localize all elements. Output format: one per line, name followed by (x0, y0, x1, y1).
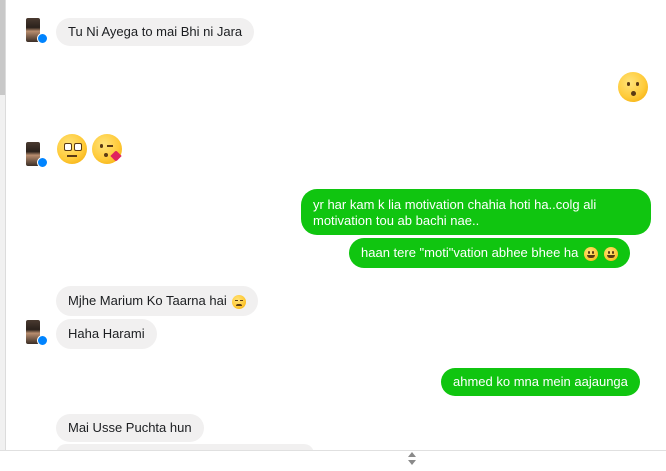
left-scrollbar-thumb[interactable] (0, 0, 5, 95)
message-text: Mjhe Marium Ko Taarna hai (68, 293, 227, 308)
messenger-badge-icon (37, 157, 48, 168)
message-bubble-outgoing[interactable]: ahmed ko mna mein aajaunga (441, 368, 640, 396)
message-text: Tu Ni Ayega to mai Bhi ni Jara (68, 24, 243, 39)
message-text: ahmed ko mna mein aajaunga (453, 374, 628, 389)
message-bubble-incoming[interactable]: Mjhe Marium Ko Taarna hai (56, 286, 259, 316)
messenger-badge-icon (37, 33, 48, 44)
avatar[interactable] (26, 142, 48, 168)
left-scrollbar[interactable] (0, 0, 6, 470)
message-text: haan tere "moti"vation abhee bhee ha (361, 245, 579, 260)
face-blowing-kiss-emoji-icon[interactable] (92, 134, 122, 164)
flushed-face-emoji-icon[interactable] (57, 134, 87, 164)
message-bubble-incoming[interactable]: Tu Ni Ayega to mai Bhi ni Jara (56, 18, 255, 46)
scroll-up-arrow-icon[interactable] (408, 452, 416, 457)
avatar[interactable] (26, 320, 48, 346)
scroll-down-arrow-icon[interactable] (408, 460, 416, 465)
kissing-face-emoji-icon[interactable] (618, 72, 648, 102)
bottom-scroll-area (0, 450, 666, 471)
disappointed-face-emoji-icon (232, 294, 247, 309)
message-text: Haha Harami (68, 326, 145, 341)
message-bubble-incoming[interactable]: Haha Harami (56, 319, 157, 349)
message-bubble-outgoing[interactable]: yr har kam k lia motivation chahia hoti … (301, 189, 651, 235)
grinning-face-emoji-icon (603, 246, 618, 261)
avatar[interactable] (26, 18, 48, 44)
message-text: Mai Usse Puchta hun (68, 420, 192, 435)
message-bubble-incoming[interactable]: Mai Usse Puchta hun (56, 414, 204, 442)
message-bubble-outgoing[interactable]: haan tere "moti"vation abhee bhee ha (349, 238, 630, 268)
grinning-face-emoji-icon (584, 246, 599, 261)
message-text: yr har kam k lia motivation chahia hoti … (313, 197, 597, 228)
messenger-badge-icon (37, 335, 48, 346)
